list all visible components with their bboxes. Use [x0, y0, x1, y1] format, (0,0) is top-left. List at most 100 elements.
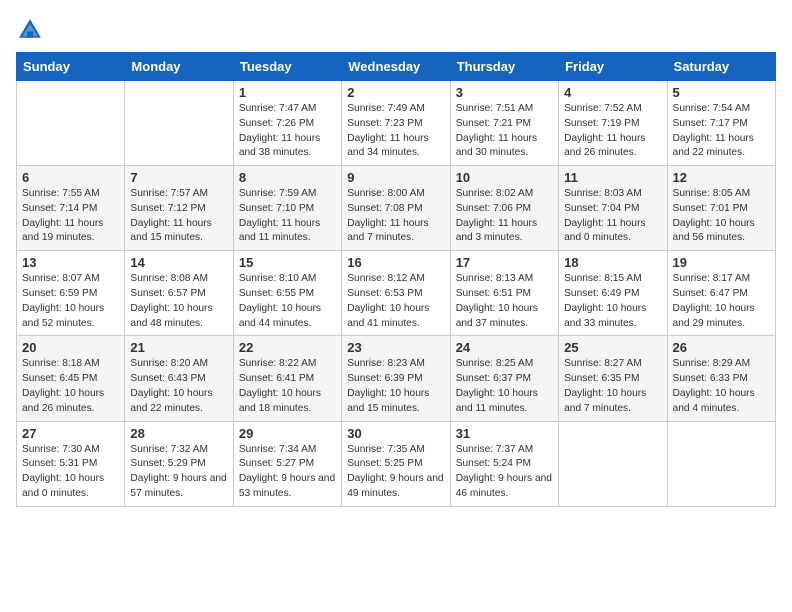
day-number: 21	[130, 340, 227, 355]
day-info: Sunrise: 8:17 AM Sunset: 6:47 PM Dayligh…	[673, 272, 770, 331]
calendar-cell: 17 Sunrise: 8:13 AM Sunset: 6:51 PM Dayli…	[450, 251, 558, 336]
calendar-cell: 6Sunrise: 7:55 AM Sunset: 7:14 PM Daylig…	[17, 166, 125, 251]
day-number: 27	[22, 426, 119, 441]
header-cell-saturday: Saturday	[667, 53, 775, 81]
logo-icon	[16, 16, 44, 44]
day-number: 16	[347, 255, 444, 270]
day-info: Sunrise: 8:29 AM Sunset: 6:33 PM Dayligh…	[673, 357, 770, 416]
day-number: 18	[564, 255, 661, 270]
calendar-cell: 19 Sunrise: 8:17 AM Sunset: 6:47 PM Dayli…	[667, 251, 775, 336]
day-info: Sunrise: 8:00 AM Sunset: 7:08 PM Dayligh…	[347, 187, 444, 246]
day-number: 6	[22, 170, 119, 185]
day-number: 29	[239, 426, 336, 441]
calendar-cell: 24 Sunrise: 8:25 AM Sunset: 6:37 PM Dayli…	[450, 336, 558, 421]
header-cell-sunday: Sunday	[17, 53, 125, 81]
day-info: Sunrise: 8:25 AM Sunset: 6:37 PM Dayligh…	[456, 357, 553, 416]
day-number: 19	[673, 255, 770, 270]
day-info: Sunrise: 7:32 AM Sunset: 5:29 PM Dayligh…	[130, 443, 227, 502]
calendar-cell: 10Sunrise: 8:02 AM Sunset: 7:06 PM Dayli…	[450, 166, 558, 251]
day-info: Sunrise: 8:22 AM Sunset: 6:41 PM Dayligh…	[239, 357, 336, 416]
calendar-cell: 30Sunrise: 7:35 AM Sunset: 5:25 PM Dayli…	[342, 421, 450, 506]
calendar-cell: 20Sunrise: 8:18 AM Sunset: 6:45 PM Dayli…	[17, 336, 125, 421]
day-number: 3	[456, 85, 553, 100]
day-number: 31	[456, 426, 553, 441]
calendar-cell: 1 Sunrise: 7:47 AM Sunset: 7:26 PM Daylig…	[233, 81, 341, 166]
day-info: Sunrise: 7:34 AM Sunset: 5:27 PM Dayligh…	[239, 443, 336, 502]
calendar-cell: 27 Sunrise: 7:30 AM Sunset: 5:31 PM Dayli…	[17, 421, 125, 506]
day-info: Sunrise: 8:02 AM Sunset: 7:06 PM Dayligh…	[456, 187, 553, 246]
day-info: Sunrise: 8:13 AM Sunset: 6:51 PM Dayligh…	[456, 272, 553, 331]
day-info: Sunrise: 8:07 AM Sunset: 6:59 PM Dayligh…	[22, 272, 119, 331]
day-info: Sunrise: 7:49 AM Sunset: 7:23 PM Dayligh…	[347, 102, 444, 161]
calendar-cell: 25 Sunrise: 8:27 AM Sunset: 6:35 PM Dayli…	[559, 336, 667, 421]
day-info: Sunrise: 7:30 AM Sunset: 5:31 PM Dayligh…	[22, 443, 119, 502]
day-info: Sunrise: 7:51 AM Sunset: 7:21 PM Dayligh…	[456, 102, 553, 161]
day-info: Sunrise: 8:20 AM Sunset: 6:43 PM Dayligh…	[130, 357, 227, 416]
calendar-week-row: 6Sunrise: 7:55 AM Sunset: 7:14 PM Daylig…	[17, 166, 776, 251]
calendar-cell: 2 Sunrise: 7:49 AM Sunset: 7:23 PM Daylig…	[342, 81, 450, 166]
calendar-cell: 13 Sunrise: 8:07 AM Sunset: 6:59 PM Dayli…	[17, 251, 125, 336]
day-info: Sunrise: 7:54 AM Sunset: 7:17 PM Dayligh…	[673, 102, 770, 161]
day-number: 26	[673, 340, 770, 355]
header-cell-monday: Monday	[125, 53, 233, 81]
calendar-cell: 21 Sunrise: 8:20 AM Sunset: 6:43 PM Dayli…	[125, 336, 233, 421]
day-info: Sunrise: 8:03 AM Sunset: 7:04 PM Dayligh…	[564, 187, 661, 246]
day-info: Sunrise: 8:10 AM Sunset: 6:55 PM Dayligh…	[239, 272, 336, 331]
day-info: Sunrise: 8:15 AM Sunset: 6:49 PM Dayligh…	[564, 272, 661, 331]
calendar-week-row: 1 Sunrise: 7:47 AM Sunset: 7:26 PM Daylig…	[17, 81, 776, 166]
day-number: 23	[347, 340, 444, 355]
calendar-cell	[125, 81, 233, 166]
header-row: SundayMondayTuesdayWednesdayThursdayFrid…	[17, 53, 776, 81]
day-info: Sunrise: 7:35 AM Sunset: 5:25 PM Dayligh…	[347, 443, 444, 502]
day-info: Sunrise: 7:57 AM Sunset: 7:12 PM Dayligh…	[130, 187, 227, 246]
calendar-cell: 31 Sunrise: 7:37 AM Sunset: 5:24 PM Dayli…	[450, 421, 558, 506]
calendar-cell	[667, 421, 775, 506]
header-cell-tuesday: Tuesday	[233, 53, 341, 81]
calendar-cell: 26 Sunrise: 8:29 AM Sunset: 6:33 PM Dayli…	[667, 336, 775, 421]
calendar-cell: 18 Sunrise: 8:15 AM Sunset: 6:49 PM Dayli…	[559, 251, 667, 336]
calendar-cell: 22Sunrise: 8:22 AM Sunset: 6:41 PM Dayli…	[233, 336, 341, 421]
calendar-cell: 4Sunrise: 7:52 AM Sunset: 7:19 PM Daylig…	[559, 81, 667, 166]
day-info: Sunrise: 8:27 AM Sunset: 6:35 PM Dayligh…	[564, 357, 661, 416]
calendar-week-row: 20Sunrise: 8:18 AM Sunset: 6:45 PM Dayli…	[17, 336, 776, 421]
day-info: Sunrise: 8:18 AM Sunset: 6:45 PM Dayligh…	[22, 357, 119, 416]
day-number: 7	[130, 170, 227, 185]
day-number: 1	[239, 85, 336, 100]
day-number: 25	[564, 340, 661, 355]
day-number: 17	[456, 255, 553, 270]
day-number: 13	[22, 255, 119, 270]
day-number: 15	[239, 255, 336, 270]
day-number: 14	[130, 255, 227, 270]
calendar-cell: 12 Sunrise: 8:05 AM Sunset: 7:01 PM Dayli…	[667, 166, 775, 251]
calendar-week-row: 27 Sunrise: 7:30 AM Sunset: 5:31 PM Dayli…	[17, 421, 776, 506]
calendar-cell	[559, 421, 667, 506]
day-info: Sunrise: 8:08 AM Sunset: 6:57 PM Dayligh…	[130, 272, 227, 331]
day-info: Sunrise: 7:59 AM Sunset: 7:10 PM Dayligh…	[239, 187, 336, 246]
calendar-cell: 14 Sunrise: 8:08 AM Sunset: 6:57 PM Dayli…	[125, 251, 233, 336]
day-info: Sunrise: 8:23 AM Sunset: 6:39 PM Dayligh…	[347, 357, 444, 416]
calendar-cell: 16Sunrise: 8:12 AM Sunset: 6:53 PM Dayli…	[342, 251, 450, 336]
day-number: 24	[456, 340, 553, 355]
day-info: Sunrise: 7:37 AM Sunset: 5:24 PM Dayligh…	[456, 443, 553, 502]
day-info: Sunrise: 7:47 AM Sunset: 7:26 PM Dayligh…	[239, 102, 336, 161]
calendar-cell: 9 Sunrise: 8:00 AM Sunset: 7:08 PM Daylig…	[342, 166, 450, 251]
calendar-cell: 7 Sunrise: 7:57 AM Sunset: 7:12 PM Daylig…	[125, 166, 233, 251]
day-number: 28	[130, 426, 227, 441]
day-info: Sunrise: 8:05 AM Sunset: 7:01 PM Dayligh…	[673, 187, 770, 246]
logo	[16, 16, 48, 44]
day-number: 9	[347, 170, 444, 185]
calendar-header: SundayMondayTuesdayWednesdayThursdayFrid…	[17, 53, 776, 81]
day-number: 8	[239, 170, 336, 185]
calendar-cell: 5Sunrise: 7:54 AM Sunset: 7:17 PM Daylig…	[667, 81, 775, 166]
day-number: 11	[564, 170, 661, 185]
header-cell-thursday: Thursday	[450, 53, 558, 81]
calendar-cell: 29 Sunrise: 7:34 AM Sunset: 5:27 PM Dayli…	[233, 421, 341, 506]
header-cell-wednesday: Wednesday	[342, 53, 450, 81]
calendar-cell: 28 Sunrise: 7:32 AM Sunset: 5:29 PM Dayli…	[125, 421, 233, 506]
calendar-cell: 11 Sunrise: 8:03 AM Sunset: 7:04 PM Dayli…	[559, 166, 667, 251]
day-number: 2	[347, 85, 444, 100]
calendar-body: 1 Sunrise: 7:47 AM Sunset: 7:26 PM Daylig…	[17, 81, 776, 507]
day-number: 12	[673, 170, 770, 185]
calendar-cell: 8 Sunrise: 7:59 AM Sunset: 7:10 PM Daylig…	[233, 166, 341, 251]
page-header	[16, 16, 776, 44]
